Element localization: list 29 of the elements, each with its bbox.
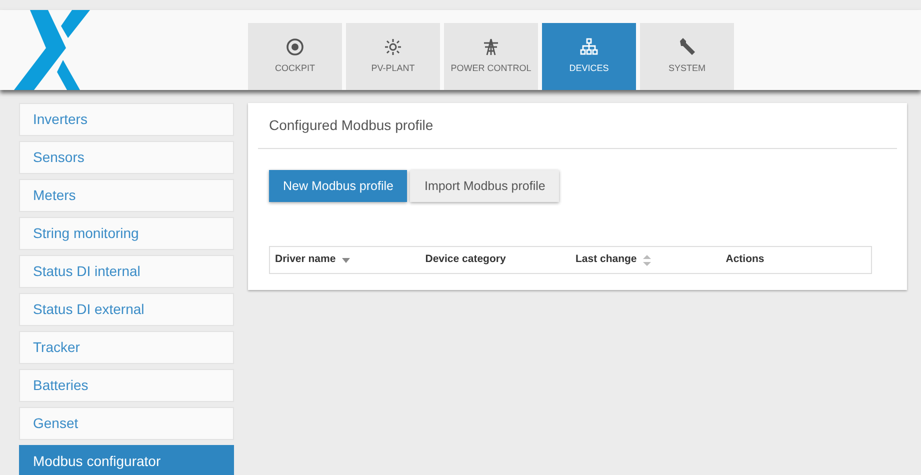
panel-title: Configured Modbus profile bbox=[268, 116, 434, 135]
sidebar-item[interactable]: Genset bbox=[19, 407, 234, 440]
sidebar-item[interactable]: Tracker bbox=[19, 331, 234, 364]
target-icon bbox=[286, 38, 304, 56]
sidebar-item[interactable]: String monitoring bbox=[19, 217, 234, 250]
sidebar-item[interactable]: Modbus configurator bbox=[19, 445, 234, 475]
sort-down-icon[interactable] bbox=[342, 258, 350, 262]
column-header[interactable]: Device category bbox=[425, 252, 506, 268]
import-button[interactable]: Import Modbus profile bbox=[410, 170, 560, 202]
network-icon bbox=[580, 38, 598, 56]
nav-tab[interactable]: PV-PLANT bbox=[346, 23, 440, 90]
sidebar-item[interactable]: Status DI external bbox=[19, 293, 234, 326]
column-header[interactable]: Actions bbox=[726, 252, 764, 268]
sidebar-item[interactable]: Batteries bbox=[19, 369, 234, 402]
nav-tab[interactable]: POWER CONTROL bbox=[444, 23, 538, 90]
nav-tab[interactable]: COCKPIT bbox=[248, 23, 342, 90]
sidebar-item[interactable]: Inverters bbox=[19, 103, 234, 136]
nav-tab[interactable]: DEVICES bbox=[542, 23, 636, 90]
nav-tab[interactable]: SYSTEM bbox=[640, 23, 734, 90]
column-header[interactable]: Driver name bbox=[275, 252, 336, 268]
sort-icon[interactable] bbox=[642, 254, 651, 266]
new-button[interactable]: New Modbus profile bbox=[269, 170, 408, 202]
sidebar-item[interactable]: Status DI internal bbox=[19, 255, 234, 288]
pylon-icon bbox=[482, 38, 500, 56]
sidebar-item[interactable]: Sensors bbox=[19, 141, 234, 174]
sun-icon bbox=[384, 38, 402, 56]
wrench-icon bbox=[678, 38, 696, 56]
column-header[interactable]: Last change bbox=[576, 252, 637, 268]
sidebar-item[interactable]: Meters bbox=[19, 179, 234, 212]
